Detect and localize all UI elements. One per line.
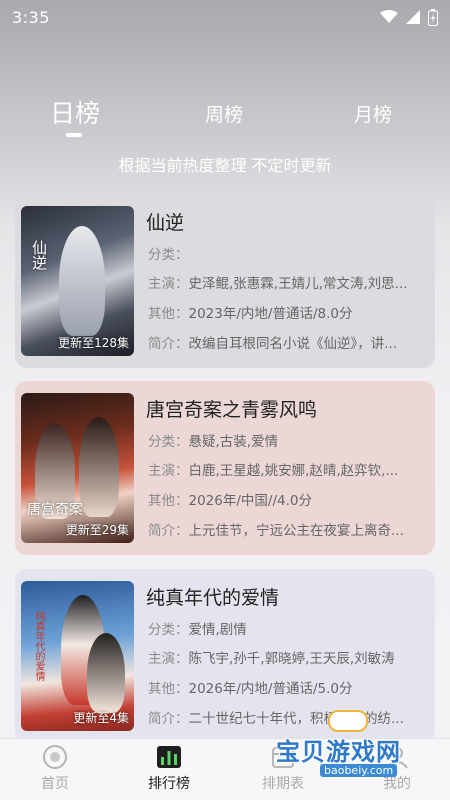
- other-value: 2026年/中国//4.0分: [188, 493, 312, 509]
- other-label: 其他：: [148, 306, 189, 322]
- drama-title: 纯真年代的爱情: [146, 587, 280, 609]
- poster-title: 唐宫奇案: [27, 502, 83, 518]
- tab-daily[interactable]: 日榜: [50, 94, 100, 130]
- cast-value: 陈飞宇,孙千,郭晓婷,王天辰,刘敏涛: [188, 651, 395, 667]
- intro-value: 上元佳节，宁远公主在夜宴上离奇...: [188, 523, 404, 539]
- drama-cast: 主演：陈飞宇,孙千,郭晓婷,王天辰,刘敏涛: [148, 647, 426, 667]
- other-label: 其他：: [148, 681, 189, 697]
- drama-other: 其他：2023年/内地/普通话/8.0分: [148, 302, 426, 322]
- other-value: 2023年/内地/普通话/8.0分: [188, 306, 353, 322]
- ranking-icon: [157, 746, 181, 768]
- status-icons: [380, 8, 438, 26]
- cast-label: 主演：: [148, 463, 189, 479]
- poster-figure: [87, 633, 125, 713]
- nav-home[interactable]: 首页: [10, 745, 100, 793]
- drama-card[interactable]: 仙逆 更新至128集 仙逆 分类： 主演：史泽鲲,张惠霖,王婧儿,常文涛,刘思.…: [15, 194, 435, 368]
- cast-label: 主演：: [148, 276, 189, 292]
- cast-value: 史泽鲲,张惠霖,王婧儿,常文涛,刘思...: [188, 276, 408, 292]
- drama-genre: 分类：悬疑,古装,爱情: [148, 430, 426, 450]
- drama-title: 仙逆: [146, 212, 185, 234]
- episode-badge: 更新至128集: [58, 336, 129, 350]
- drama-title: 唐宫奇案之青雾风鸣: [146, 399, 318, 421]
- episode-badge: 更新至4集: [73, 711, 129, 725]
- nav-home-label: 首页: [41, 776, 69, 792]
- genre-label: 分类：: [148, 247, 189, 263]
- drama-genre: 分类：爱情,剧情: [148, 618, 426, 638]
- other-value: 2026年/内地/普通话/5.0分: [188, 681, 353, 697]
- ranking-subtitle: 根据当前热度整理 不定时更新: [118, 156, 332, 175]
- drama-other: 其他：2026年/中国//4.0分: [148, 489, 426, 509]
- watermark-logo: 宝贝游戏网 baobeiy.com: [272, 710, 432, 786]
- rank-tabs: 日榜 周榜 月榜: [0, 92, 450, 142]
- status-time: 3:35: [12, 7, 50, 27]
- intro-value: 改编自耳根同名小说《仙逆》，讲...: [188, 336, 398, 352]
- battery-icon: [428, 8, 438, 26]
- intro-label: 简介：: [148, 711, 189, 727]
- nav-rank[interactable]: 排行榜: [124, 745, 214, 793]
- drama-cast: 主演：史泽鲲,张惠霖,王婧儿,常文涛,刘思...: [148, 272, 426, 292]
- drama-other: 其他：2026年/内地/普通话/5.0分: [148, 677, 426, 697]
- poster-figure: [79, 417, 119, 517]
- episode-badge: 更新至29集: [65, 523, 129, 537]
- nav-rank-label: 排行榜: [148, 776, 190, 792]
- genre-label: 分类：: [148, 622, 189, 638]
- drama-genre: 分类：: [148, 243, 426, 263]
- poster-figure: [59, 226, 105, 336]
- genre-value: 悬疑,古装,爱情: [188, 434, 279, 450]
- watermark-text: 宝贝游戏网: [276, 738, 401, 766]
- home-icon: [43, 745, 67, 769]
- tab-indicator: [66, 133, 82, 137]
- intro-label: 简介：: [148, 336, 189, 352]
- other-label: 其他：: [148, 493, 189, 509]
- drama-poster: 唐宫奇案 更新至29集: [21, 393, 134, 543]
- wifi-icon: [380, 10, 398, 23]
- drama-poster: 纯真年代的爱情 更新至4集: [21, 581, 134, 731]
- genre-label: 分类：: [148, 434, 189, 450]
- drama-card[interactable]: 唐宫奇案 更新至29集 唐宫奇案之青雾风鸣 分类：悬疑,古装,爱情 主演：白鹿,…: [15, 381, 435, 555]
- poster-title: 纯真年代的爱情: [33, 611, 44, 681]
- tab-weekly[interactable]: 周榜: [205, 100, 243, 127]
- tab-monthly[interactable]: 月榜: [354, 100, 392, 127]
- genre-value: 爱情,剧情: [188, 622, 247, 638]
- gamepad-icon: [328, 710, 368, 732]
- cast-label: 主演：: [148, 651, 189, 667]
- drama-poster: 仙逆 更新至128集: [21, 206, 134, 356]
- poster-title: 仙逆: [30, 240, 48, 270]
- drama-intro: 简介：改编自耳根同名小说《仙逆》，讲...: [148, 332, 426, 352]
- signal-icon: [406, 10, 420, 24]
- status-bar: 3:35: [0, 0, 450, 34]
- drama-cast: 主演：白鹿,王星越,姚安娜,赵晴,赵弈钦,...: [148, 459, 426, 479]
- drama-intro: 简介：上元佳节，宁远公主在夜宴上离奇...: [148, 519, 426, 539]
- cast-value: 白鹿,王星越,姚安娜,赵晴,赵弈钦,...: [188, 463, 399, 479]
- intro-label: 简介：: [148, 523, 189, 539]
- watermark-url: baobeiy.com: [320, 764, 398, 777]
